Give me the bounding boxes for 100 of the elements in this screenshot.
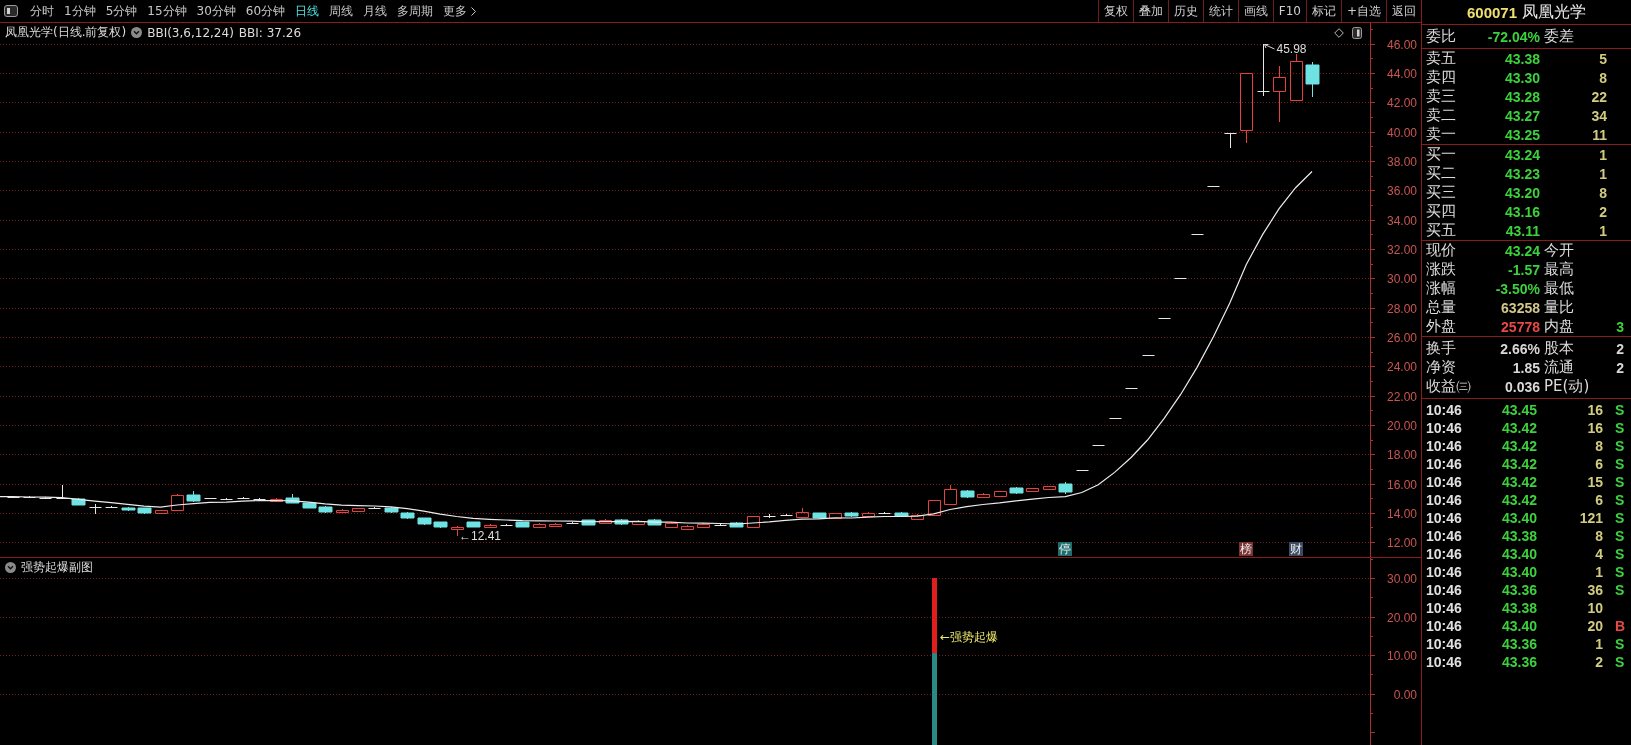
tick-volume: 20 (1586, 619, 1603, 633)
quote-label: 量比 (1543, 300, 1575, 315)
period-tab[interactable]: 周线 (324, 0, 359, 22)
order-volume: 5 (1598, 51, 1607, 66)
dropdown-icon[interactable] (131, 27, 143, 38)
axis-label: 24.00 (1386, 359, 1417, 374)
order-volume: 8 (1598, 185, 1607, 200)
period-tab[interactable]: 60分钟 (240, 0, 291, 22)
chart-title: 凤凰光学(日线.前复权) (5, 24, 127, 41)
event-marker: 停 (1058, 542, 1072, 556)
quote-value: 2.66% (1499, 341, 1540, 356)
axis-label: 0.00 (1393, 687, 1417, 702)
axis-label: 16.00 (1386, 477, 1417, 492)
tick-price: 43.36 (1500, 583, 1537, 597)
tick-time: 10:46 (1426, 619, 1463, 633)
tick-price: 43.42 (1500, 457, 1537, 471)
tick-price: 43.36 (1500, 637, 1537, 651)
period-tab[interactable]: 月线 (358, 0, 393, 22)
tick-side: S (1614, 565, 1626, 579)
tick-side: S (1614, 439, 1626, 453)
tick-time: 10:46 (1426, 529, 1463, 543)
period-tab[interactable]: 1分钟 (59, 0, 101, 22)
order-price: 43.25 (1503, 127, 1540, 142)
dropdown-icon[interactable] (5, 562, 16, 573)
order-volume: 1 (1598, 166, 1607, 181)
axis-label: 46.00 (1386, 37, 1417, 52)
period-tab[interactable]: 分时 (25, 0, 59, 22)
tick-side: S (1614, 637, 1626, 651)
quote-value: 2 (1615, 341, 1624, 356)
order-price: 43.24 (1503, 147, 1540, 162)
tick-volume: 15 (1586, 475, 1603, 489)
order-volume: 1 (1598, 223, 1607, 238)
order-label: 卖一 (1426, 127, 1457, 142)
tick-side: S (1614, 655, 1626, 669)
order-volume: 2 (1598, 204, 1607, 219)
tick-price: 43.42 (1500, 439, 1537, 453)
panel-icon[interactable] (1352, 26, 1362, 39)
tick-price: 43.40 (1500, 547, 1537, 561)
quote-label: 内盘 (1543, 319, 1575, 334)
tick-price: 43.42 (1500, 493, 1537, 507)
order-price: 43.23 (1503, 166, 1540, 181)
tick-volume: 121 (1578, 511, 1603, 525)
period-tab[interactable]: 日线 (290, 0, 325, 22)
order-label: 买二 (1426, 166, 1457, 181)
quote-value: -72.04% (1486, 29, 1540, 44)
tick-time: 10:46 (1426, 655, 1463, 669)
order-price: 43.16 (1503, 204, 1540, 219)
period-tab[interactable]: 30分钟 (191, 0, 241, 22)
period-tab[interactable]: 15分钟 (142, 0, 192, 22)
axis-label: 36.00 (1386, 183, 1417, 198)
order-label: 买一 (1426, 147, 1457, 162)
quote-label: 今开 (1543, 243, 1575, 258)
tick-side: S (1614, 457, 1626, 471)
tick-volume: 36 (1586, 583, 1603, 597)
quote-value: 25778 (1500, 319, 1540, 334)
stock-code: 600071 (1466, 3, 1518, 21)
quote-value: 63258 (1500, 300, 1540, 315)
period-tab[interactable]: 5分钟 (100, 0, 143, 22)
axis-label: 30.00 (1386, 571, 1417, 586)
tick-time: 10:46 (1426, 565, 1463, 579)
order-volume: 22 (1590, 89, 1607, 104)
tick-side: S (1614, 475, 1626, 489)
quote-label: 总量 (1426, 300, 1457, 315)
quote-label: 涨幅 (1426, 281, 1457, 296)
axis-label: 12.00 (1386, 535, 1417, 550)
order-label: 卖四 (1426, 70, 1457, 85)
tick-time: 10:46 (1426, 583, 1463, 597)
order-price: 43.38 (1503, 51, 1540, 66)
order-label: 买五 (1426, 223, 1457, 238)
tick-side: S (1614, 403, 1626, 417)
quote-value: 43.24 (1503, 243, 1540, 258)
order-label: 卖二 (1426, 108, 1457, 123)
tick-price: 43.38 (1500, 529, 1537, 543)
panel-icon[interactable] (4, 5, 18, 17)
chevron-icon (471, 6, 477, 16)
quote-label: 涨跌 (1426, 262, 1457, 277)
tick-side: S (1614, 583, 1626, 597)
quote-label: 流通 (1543, 360, 1575, 375)
tick-volume: 2 (1594, 655, 1603, 669)
high-price-label: 45.98 (1276, 42, 1307, 56)
axis-label: 10.00 (1386, 648, 1417, 663)
signal-label: ←强势起爆 (940, 630, 999, 644)
diamond-icon[interactable] (1334, 27, 1344, 38)
tick-time: 10:46 (1426, 547, 1463, 561)
quote-label: 最低 (1543, 281, 1575, 296)
tick-time: 10:46 (1426, 601, 1463, 615)
axis-label: 20.00 (1386, 610, 1417, 625)
axis-label: 40.00 (1386, 125, 1417, 140)
period-tab[interactable]: 多周期 (392, 0, 439, 22)
tick-time: 10:46 (1426, 421, 1463, 435)
tick-time: 10:46 (1426, 403, 1463, 417)
tick-volume: 6 (1594, 457, 1603, 471)
tick-side: S (1614, 421, 1626, 435)
tick-time: 10:46 (1426, 475, 1463, 489)
axis-label: 34.00 (1386, 213, 1417, 228)
axis-label: 28.00 (1386, 301, 1417, 316)
period-tab[interactable]: 更多 (438, 0, 482, 22)
tick-price: 43.40 (1500, 565, 1537, 579)
leader-arrow (1264, 44, 1275, 50)
indicator-name: BBI(3,6,12,24) (147, 25, 234, 40)
